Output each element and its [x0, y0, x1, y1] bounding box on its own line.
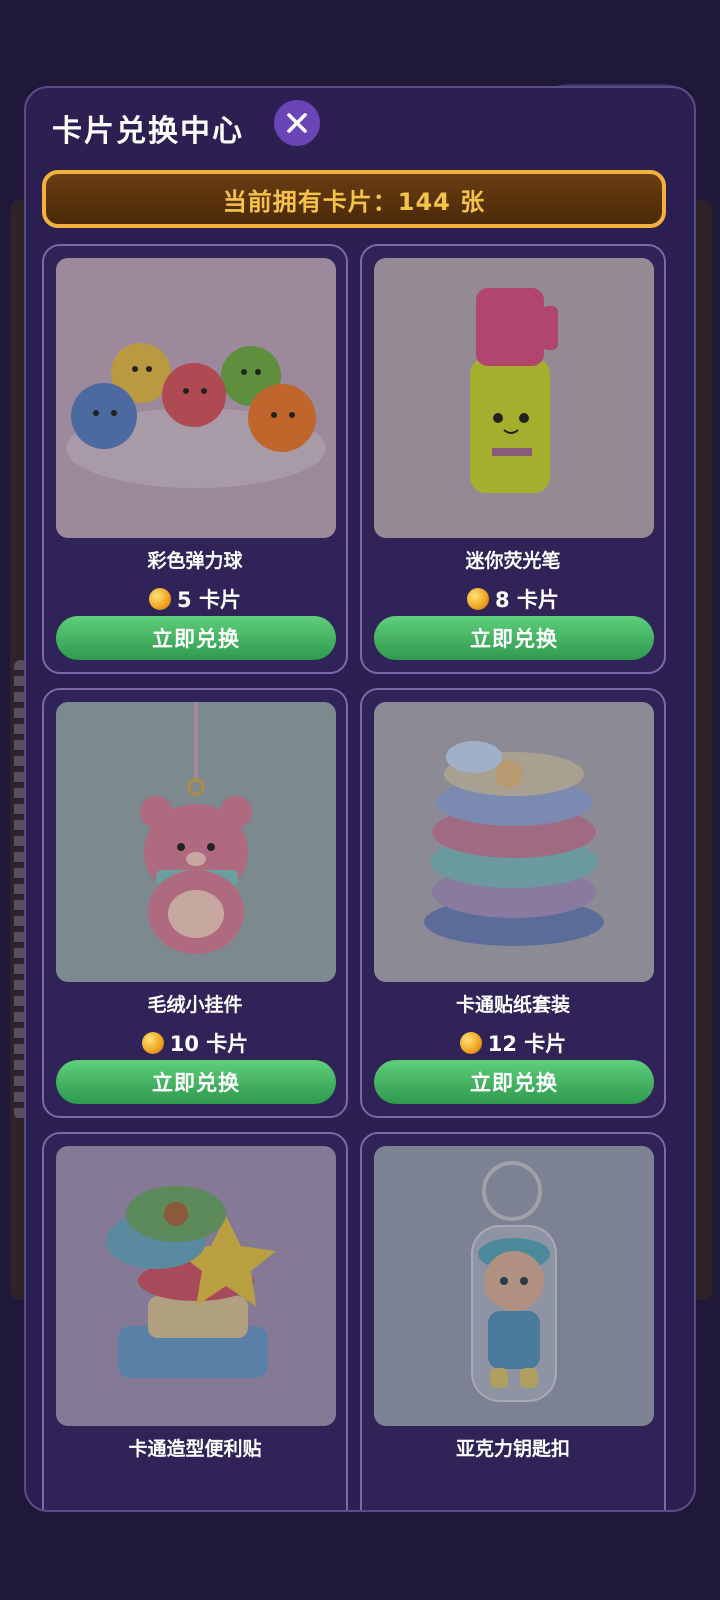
card-balance-banner: 当前拥有卡片：144 张	[42, 170, 666, 228]
product-name: 迷你荧光笔	[465, 550, 561, 572]
coin-icon	[467, 588, 490, 610]
product-name: 卡通造型便利贴	[128, 1438, 262, 1460]
product-image-plush-bear	[56, 702, 336, 982]
price-text: 12 卡片	[487, 1032, 567, 1056]
price-text: 8 卡片	[495, 588, 559, 612]
redeem-button[interactable]: 立即兑换	[56, 616, 336, 660]
product-grid: 彩色弹力球 5 卡片 立即兑换 迷你荧光笔 8 卡片 立即兑换 毛绒小挂件 10…	[42, 244, 666, 1510]
price-text: 5 卡片	[177, 588, 241, 612]
product-card: 迷你荧光笔 8 卡片 立即兑换	[360, 244, 666, 674]
product-name: 亚克力钥匙扣	[455, 1438, 570, 1460]
close-button[interactable]	[274, 100, 320, 146]
product-image-acrylic-keychain	[374, 1146, 654, 1426]
modal-title: 卡片兑换中心	[52, 114, 244, 149]
coin-icon	[459, 1032, 482, 1054]
product-price: 8 卡片	[362, 584, 664, 614]
product-card: 卡通贴纸套装 12 卡片 立即兑换	[360, 688, 666, 1118]
coin-icon	[149, 588, 172, 610]
exchange-modal: 卡片兑换中心 当前拥有卡片：144 张 彩色弹力球 5 卡片 立即兑换 迷你荧光…	[24, 86, 696, 1512]
product-image-highlighter	[374, 258, 654, 538]
product-card: 毛绒小挂件 10 卡片 立即兑换	[42, 688, 348, 1118]
redeem-button[interactable]: 立即兑换	[374, 616, 654, 660]
product-price: 10 卡片	[44, 1028, 346, 1058]
product-card: 卡通造型便利贴	[42, 1132, 348, 1510]
product-card: 亚克力钥匙扣	[360, 1132, 666, 1510]
redeem-button[interactable]: 立即兑换	[374, 1060, 654, 1104]
product-image-sticker-set	[374, 702, 654, 982]
product-name: 卡通贴纸套装	[455, 994, 570, 1016]
product-image-sticky-notes	[56, 1146, 336, 1426]
product-price: 12 卡片	[362, 1028, 664, 1058]
redeem-button[interactable]: 立即兑换	[56, 1060, 336, 1104]
product-name: 彩色弹力球	[147, 550, 243, 572]
product-price: 5 卡片	[44, 584, 346, 614]
close-icon	[287, 113, 307, 133]
price-text: 10 卡片	[169, 1032, 249, 1056]
coin-icon	[141, 1032, 164, 1054]
product-card: 彩色弹力球 5 卡片 立即兑换	[42, 244, 348, 674]
product-image-bouncy-balls	[56, 258, 336, 538]
product-name: 毛绒小挂件	[147, 994, 243, 1016]
